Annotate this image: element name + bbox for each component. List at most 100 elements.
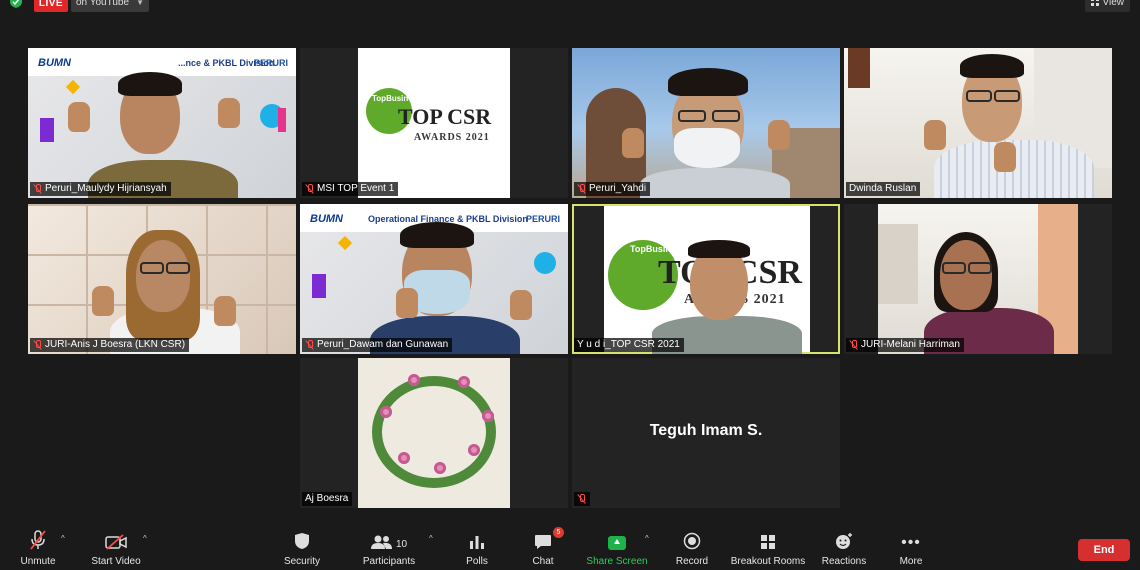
participant-name: Aj Boesra [305,493,349,504]
participant-name: Y u d i_TOP CSR 2021 [577,339,680,350]
rose-decoration [398,452,410,464]
confetti-shape [534,252,556,274]
reactions-button[interactable]: Reactions [820,530,868,567]
record-label: Record [675,556,709,567]
chat-button[interactable]: 5 Chat [528,527,564,567]
audio-options-caret[interactable]: ^ [61,534,65,543]
peruri-logo: PERURI [525,214,560,224]
glasses [140,262,164,274]
thumbs-up-hand [92,286,114,316]
breakout-rooms-label: Breakout Rooms [730,556,806,567]
video-tile-teguh[interactable]: Teguh Imam S. [572,358,840,508]
share-screen-icon [608,536,626,550]
glasses [712,110,740,122]
participant-hair [688,240,750,258]
start-video-label: Start Video [91,556,141,567]
video-tile-melani[interactable]: JURI-Melani Harriman [844,204,1112,354]
chat-label: Chat [532,556,554,567]
polls-button[interactable]: Polls [460,530,494,567]
participant-nameplate [574,492,590,506]
bumn-logo: BUMN [310,213,343,225]
security-label: Security [283,556,321,567]
video-tile-dwinda[interactable]: Dwinda Ruslan [844,48,1112,198]
participant-name: Peruri_Maulydy Hijriansyah [45,183,167,194]
thumbs-up-hand [768,120,790,150]
participant-body [640,168,790,198]
live-badge[interactable]: LIVE [34,0,68,12]
share-screen-button[interactable]: Share Screen [586,530,648,567]
more-dots-icon: ••• [901,534,921,551]
participant-nameplate: Y u d i_TOP CSR 2021 [574,338,684,352]
participant-name: Dwinda Ruslan [849,183,917,194]
participants-count: 10 [395,539,408,550]
stream-target-dropdown[interactable]: on YouTube ▼ [71,0,150,12]
glasses [678,110,706,122]
meeting-toolbar: Unmute ^ Start Video ^ Security 10 Parti… [0,526,1140,570]
participant-hair [118,72,182,96]
mic-muted-icon [849,340,858,350]
polls-label: Polls [466,556,488,567]
video-tile-maulydy[interactable]: BUMN ...nce & PKBL Division PERURI Perur… [28,48,296,198]
participant-hair [668,68,748,96]
breakout-rooms-button[interactable]: Breakout Rooms [730,530,806,567]
participant-nameplate: Aj Boesra [302,492,353,506]
participant-face [136,240,190,312]
view-label: View [1102,0,1125,8]
rose-decoration [458,376,470,388]
mic-muted-icon [577,184,586,194]
participants-icon [370,535,392,549]
chat-bubble-icon [535,535,551,549]
video-options-caret[interactable]: ^ [143,534,147,543]
shield-check-icon[interactable] [9,0,23,8]
share-screen-label: Share Screen [586,556,648,567]
participant-nameplate: Dwinda Ruslan [846,182,921,196]
video-tile-msi-top-event[interactable]: TopBusiness TOP CSR AWARDS 2021 MSI TOP … [300,48,568,198]
chevron-down-icon: ▼ [136,0,145,7]
video-tile-yahdi[interactable]: Peruri_Yahdi [572,48,840,198]
share-options-caret[interactable]: ^ [645,534,649,543]
rose-decoration [482,410,494,422]
unmute-label: Unmute [20,556,56,567]
participant-name: Peruri_Dawam dan Gunawan [317,339,449,350]
mic-muted-icon [30,530,46,550]
top-business-label: TopBusiness [372,94,422,103]
start-video-button[interactable]: Start Video [88,530,144,567]
participant-name: MSI TOP Event 1 [317,183,395,194]
peruri-logo: PERURI [253,58,288,68]
video-tile-dawam[interactable]: BUMN Operational Finance & PKBL Division… [300,204,568,354]
participant-name: JURI-Melani Harriman [861,339,960,350]
mic-muted-icon [33,184,42,194]
participants-options-caret[interactable]: ^ [429,534,433,543]
view-button[interactable]: View [1084,0,1130,12]
mic-muted-icon [577,494,586,504]
record-button[interactable]: Record [672,530,712,567]
thumbs-up-hand [214,296,236,326]
grid-view-icon [1090,0,1099,6]
more-button[interactable]: ••• More [894,530,928,568]
rose-decoration [434,462,446,474]
thumbs-up-hand [510,290,532,320]
participant-name: Peruri_Yahdi [589,183,647,194]
thumbs-up-hand [68,102,90,132]
confetti-shape [312,274,326,298]
security-shield-icon [295,533,309,549]
unmute-button[interactable]: Unmute [18,530,58,567]
record-icon [683,532,701,550]
mic-muted-icon [305,184,314,194]
video-off-icon [105,534,127,550]
participants-button[interactable]: 10 Participants [360,530,418,567]
confetti-shape [337,235,353,251]
division-banner: BUMN ...nce & PKBL Division PERURI [28,48,296,76]
end-meeting-button[interactable]: End [1078,539,1130,561]
face-mask [674,128,740,168]
video-tile-yudi-active-speaker[interactable]: TopBusiness TOP CSR AWARDS 2021 Y u d i_… [572,204,840,354]
video-tile-anis[interactable]: JURI-Anis J Boesra (LKN CSR) [28,204,296,354]
confetti-shape [278,108,286,132]
more-label: More [899,556,923,567]
top-csr-awards-logo: TopBusiness TOP CSR AWARDS 2021 [358,48,510,198]
security-button[interactable]: Security [282,530,322,567]
participant-nameplate: MSI TOP Event 1 [302,182,399,196]
video-tile-aj-boesra[interactable]: Aj Boesra [300,358,568,508]
glasses [994,90,1020,102]
rose-decoration [468,444,480,456]
